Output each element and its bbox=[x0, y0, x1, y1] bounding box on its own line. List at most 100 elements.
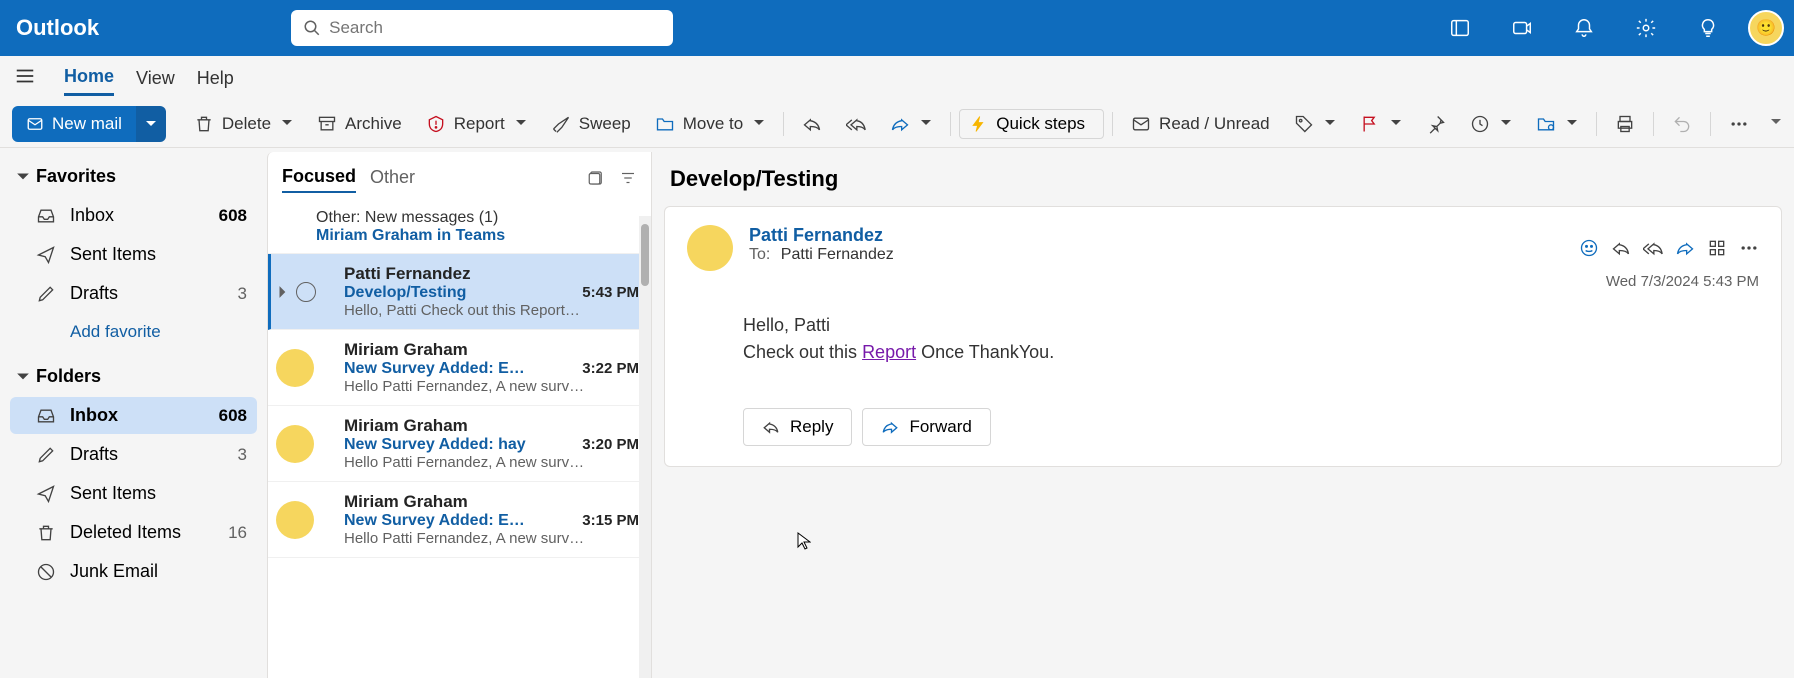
junk-icon bbox=[36, 562, 56, 582]
separator bbox=[1653, 112, 1654, 136]
message-item[interactable]: Patti FernandezDevelop/Testing5:43 PMHel… bbox=[268, 254, 651, 330]
body-line2: Check out this Report Once ThankYou. bbox=[743, 339, 1759, 366]
tips-icon[interactable] bbox=[1686, 6, 1730, 50]
onenote-icon[interactable] bbox=[1438, 6, 1482, 50]
flag-button[interactable] bbox=[1350, 108, 1412, 140]
tag-button[interactable] bbox=[1284, 108, 1346, 140]
forward-icon bbox=[881, 418, 899, 436]
chevron-down-icon bbox=[1500, 114, 1512, 134]
scrollbar-thumb[interactable] bbox=[641, 224, 649, 286]
expand-icon[interactable] bbox=[276, 285, 290, 299]
message-list-header: Focused Other bbox=[268, 152, 651, 199]
report-button[interactable]: Report bbox=[416, 108, 537, 140]
archive-button[interactable]: Archive bbox=[307, 108, 412, 140]
sender-avatar bbox=[276, 349, 314, 387]
favorites-label: Favorites bbox=[36, 166, 116, 187]
sweep-button[interactable]: Sweep bbox=[541, 108, 641, 140]
pin-button[interactable] bbox=[1416, 108, 1456, 140]
chevron-down-icon bbox=[281, 114, 293, 134]
sender-avatar bbox=[276, 501, 314, 539]
react-icon[interactable] bbox=[1579, 238, 1599, 258]
select-mode-icon[interactable] bbox=[587, 169, 605, 187]
tag-icon bbox=[1294, 114, 1314, 134]
chevron-down-icon bbox=[16, 370, 30, 384]
notifications-icon[interactable] bbox=[1562, 6, 1606, 50]
reply-button[interactable] bbox=[792, 108, 832, 140]
message-item[interactable]: Miriam GrahamNew Survey Added: E…3:22 PM… bbox=[268, 330, 651, 406]
tab-home[interactable]: Home bbox=[64, 60, 114, 96]
snooze-button[interactable] bbox=[1460, 108, 1522, 140]
settings-icon[interactable] bbox=[1624, 6, 1668, 50]
read-unread-button[interactable]: Read / Unread bbox=[1121, 108, 1280, 140]
tab-view[interactable]: View bbox=[136, 62, 175, 95]
filter-icon[interactable] bbox=[619, 169, 637, 187]
rules-button[interactable] bbox=[1526, 108, 1588, 140]
undo-button[interactable] bbox=[1662, 108, 1702, 140]
collapse-ribbon-icon[interactable] bbox=[1770, 115, 1782, 133]
more-icon[interactable] bbox=[1739, 238, 1759, 258]
folder-deleted[interactable]: Deleted Items 16 bbox=[10, 514, 257, 551]
folder-inbox-label: Inbox bbox=[70, 405, 118, 426]
add-favorite[interactable]: Add favorite bbox=[10, 314, 257, 350]
app-header: Outlook 🙂 bbox=[0, 0, 1794, 56]
reading-actions bbox=[1579, 225, 1759, 271]
trash-icon bbox=[36, 523, 56, 543]
folder-drafts[interactable]: Drafts 3 bbox=[10, 436, 257, 473]
message-item[interactable]: Miriam GrahamNew Survey Added: E…3:15 PM… bbox=[268, 482, 651, 558]
reply-icon[interactable] bbox=[1611, 238, 1631, 258]
tab-other[interactable]: Other bbox=[370, 163, 415, 192]
folder-junk[interactable]: Junk Email bbox=[10, 553, 257, 590]
main-layout: Favorites Inbox 608 Sent Items Drafts 3 … bbox=[0, 148, 1794, 678]
folder-inbox-count: 608 bbox=[219, 406, 247, 426]
tab-focused[interactable]: Focused bbox=[282, 162, 356, 193]
scrollbar[interactable] bbox=[639, 216, 651, 678]
folder-inbox[interactable]: Inbox 608 bbox=[10, 397, 257, 434]
fav-inbox[interactable]: Inbox 608 bbox=[10, 197, 257, 234]
message-time: 3:20 PM bbox=[582, 436, 639, 453]
nav-toggle-icon[interactable] bbox=[14, 65, 42, 92]
folder-sent-label: Sent Items bbox=[70, 483, 156, 504]
reading-pane: Develop/Testing Patti Fernandez To: Patt… bbox=[652, 148, 1794, 678]
quick-steps-button[interactable]: Quick steps bbox=[959, 109, 1104, 139]
apps-icon[interactable] bbox=[1707, 238, 1727, 258]
forward-icon[interactable] bbox=[1675, 238, 1695, 258]
other-banner[interactable]: Other: New messages (1) Miriam Graham in… bbox=[268, 199, 651, 254]
forward-button[interactable] bbox=[880, 108, 942, 140]
tab-help[interactable]: Help bbox=[197, 62, 234, 95]
reply-all-button[interactable] bbox=[836, 108, 876, 140]
folder-sent[interactable]: Sent Items bbox=[10, 475, 257, 512]
favorites-header[interactable]: Favorites bbox=[10, 158, 257, 195]
sent-icon bbox=[36, 245, 56, 265]
sender-name[interactable]: Patti Fernandez bbox=[749, 225, 1563, 246]
other-banner-line2: Miriam Graham in Teams bbox=[316, 227, 635, 245]
select-checkbox[interactable] bbox=[296, 282, 316, 302]
fav-sent-label: Sent Items bbox=[70, 244, 156, 265]
separator bbox=[950, 112, 951, 136]
forward-button-body[interactable]: Forward bbox=[862, 408, 990, 446]
drafts-icon bbox=[36, 284, 56, 304]
print-button[interactable] bbox=[1605, 108, 1645, 140]
fav-sent[interactable]: Sent Items bbox=[10, 236, 257, 273]
message-from: Miriam Graham bbox=[344, 416, 639, 436]
fav-inbox-count: 608 bbox=[219, 206, 247, 226]
message-preview: Hello Patti Fernandez, A new surv… bbox=[344, 378, 639, 395]
new-mail-button[interactable]: New mail bbox=[12, 106, 136, 142]
folders-label: Folders bbox=[36, 366, 101, 387]
message-scroll[interactable]: Patti FernandezDevelop/Testing5:43 PMHel… bbox=[268, 254, 651, 678]
report-link[interactable]: Report bbox=[862, 342, 916, 362]
reply-all-icon[interactable] bbox=[1643, 238, 1663, 258]
delete-button[interactable]: Delete bbox=[184, 108, 303, 140]
more-button[interactable] bbox=[1719, 108, 1759, 140]
chevron-down-icon bbox=[515, 114, 527, 134]
fav-drafts[interactable]: Drafts 3 bbox=[10, 275, 257, 312]
folders-header[interactable]: Folders bbox=[10, 358, 257, 395]
reply-button[interactable]: Reply bbox=[743, 408, 852, 446]
message-item[interactable]: Miriam GrahamNew Survey Added: hay3:20 P… bbox=[268, 406, 651, 482]
search-input[interactable] bbox=[291, 10, 673, 46]
new-mail-dropdown[interactable] bbox=[136, 106, 166, 142]
account-avatar[interactable]: 🙂 bbox=[1748, 10, 1784, 46]
message-preview: Hello Patti Fernandez, A new surv… bbox=[344, 454, 639, 471]
meet-now-icon[interactable] bbox=[1500, 6, 1544, 50]
fav-drafts-label: Drafts bbox=[70, 283, 118, 304]
moveto-button[interactable]: Move to bbox=[645, 108, 775, 140]
